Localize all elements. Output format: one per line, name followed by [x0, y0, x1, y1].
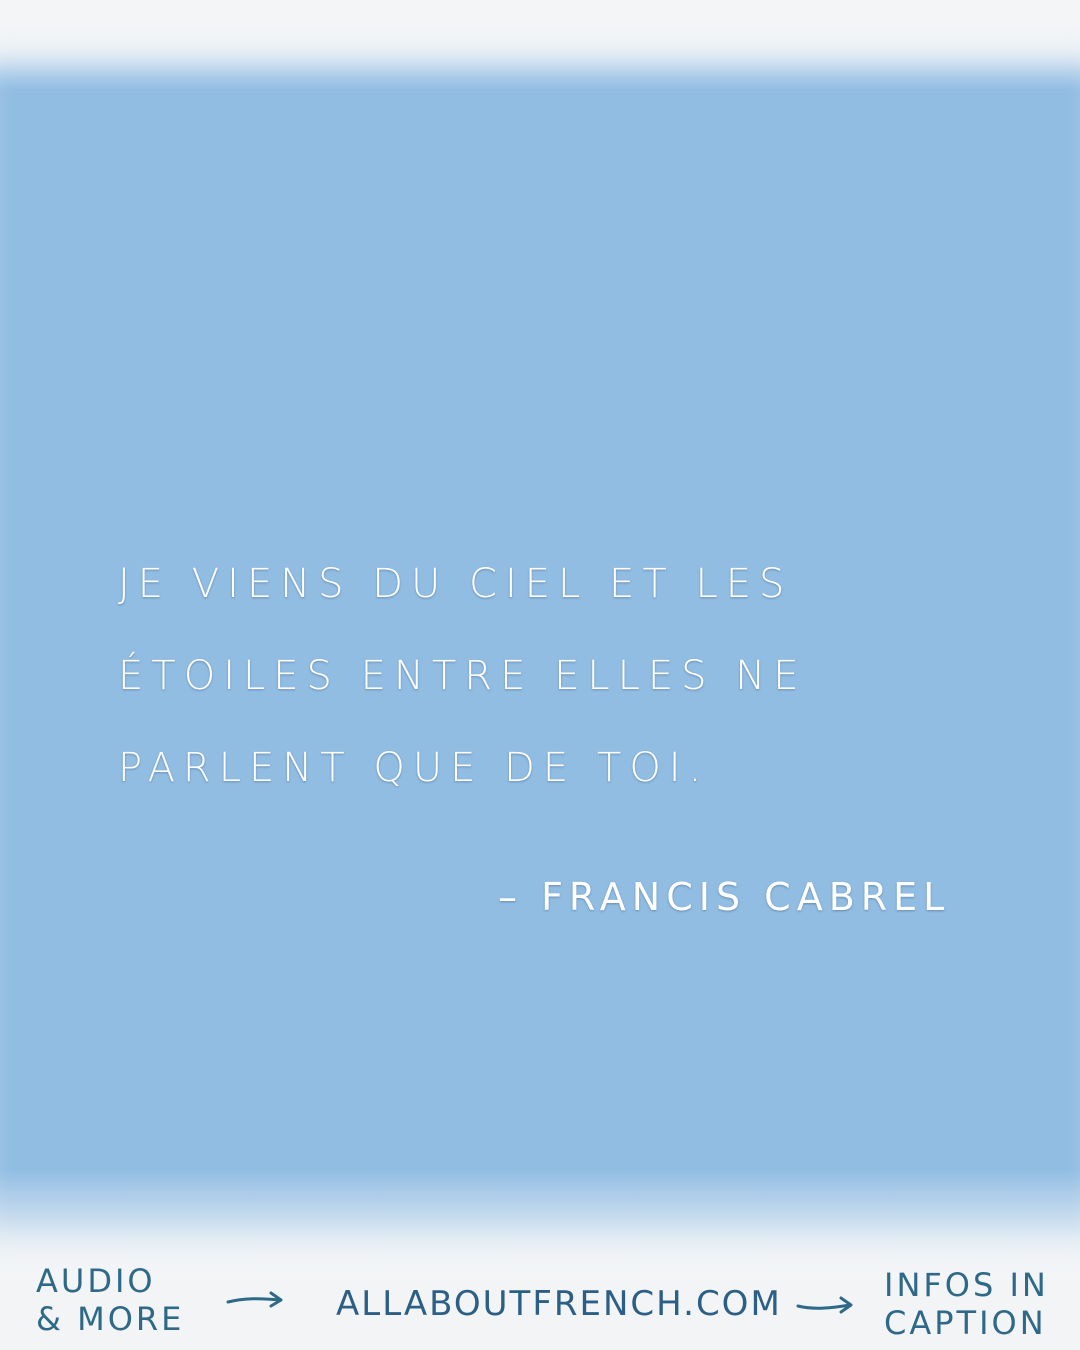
- quote-author: – FRANCIS CABREL: [498, 875, 951, 919]
- arrow-right-icon: [796, 1296, 853, 1314]
- infos-caption-link[interactable]: INFOS IN CAPTION: [884, 1266, 1049, 1342]
- quote-line: JE VIENS DU CIEL ET LES: [118, 561, 793, 607]
- footer-left-line: AUDIO: [36, 1262, 156, 1300]
- audio-more-link[interactable]: AUDIO & MORE: [36, 1262, 184, 1338]
- arrow-right-icon: [226, 1291, 283, 1308]
- quote-line: ÉTOILES ENTRE ELLES NE: [118, 653, 807, 699]
- sky-top-fade: [0, 0, 1080, 90]
- footer-right-line: CAPTION: [884, 1304, 1047, 1342]
- quote-block: JE VIENS DU CIEL ET LES ÉTOILES ENTRE EL…: [118, 538, 878, 814]
- website-link[interactable]: ALLABOUTFRENCH.COM: [336, 1285, 782, 1323]
- quote-line: PARLENT QUE DE TOI.: [118, 745, 710, 791]
- footer-right-line: INFOS IN: [884, 1266, 1049, 1304]
- footer-left-line: & MORE: [36, 1300, 185, 1338]
